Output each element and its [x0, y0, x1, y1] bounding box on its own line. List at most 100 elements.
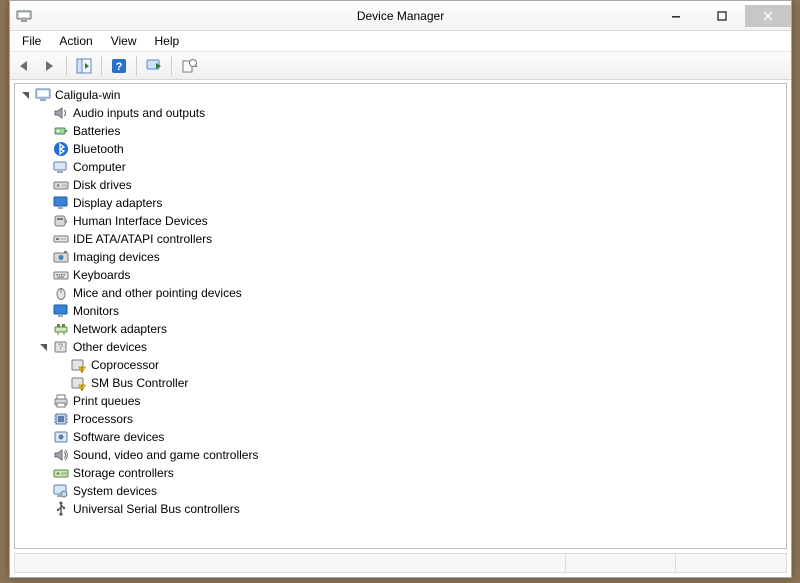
tree-item[interactable]: IDE ATA/ATAPI controllers [37, 230, 786, 248]
device-tree-pane[interactable]: Caligula-win Audio inputs and outputsBatt… [14, 83, 787, 549]
close-button[interactable] [745, 5, 791, 27]
expander-placeholder [37, 305, 49, 317]
tree-item[interactable]: Print queues [37, 392, 786, 410]
expander-placeholder [37, 431, 49, 443]
tree-item-label: Disk drives [73, 178, 132, 192]
menu-help[interactable]: Help [146, 31, 189, 51]
expander-placeholder [37, 125, 49, 137]
tree-item[interactable]: Human Interface Devices [37, 212, 786, 230]
tree-item-label: Human Interface Devices [73, 214, 208, 228]
scan-hardware-button[interactable] [143, 55, 165, 77]
tree-item-label: Sound, video and game controllers [73, 448, 258, 462]
warning-device-icon: ! [71, 357, 87, 373]
tree-item[interactable]: ! Coprocessor [55, 356, 786, 374]
computer-icon [53, 159, 69, 175]
tree-item[interactable]: Disk drives [37, 176, 786, 194]
tree-item-label: Keyboards [73, 268, 130, 282]
expander-placeholder [37, 179, 49, 191]
tree-item-label: Display adapters [73, 196, 162, 210]
expander-placeholder [55, 359, 67, 371]
properties-button[interactable] [178, 55, 200, 77]
tree-item[interactable]: Imaging devices [37, 248, 786, 266]
expander-placeholder [37, 197, 49, 209]
tree-item[interactable]: Audio inputs and outputs [37, 104, 786, 122]
expander-placeholder [37, 107, 49, 119]
tree-item[interactable]: Software devices [37, 428, 786, 446]
tree-item[interactable]: Batteries [37, 122, 786, 140]
menu-view[interactable]: View [102, 31, 146, 51]
network-icon [53, 321, 69, 337]
tree-item[interactable]: Network adapters [37, 320, 786, 338]
tree-item-label: Universal Serial Bus controllers [73, 502, 240, 516]
tree-item[interactable]: Display adapters [37, 194, 786, 212]
status-cell [566, 554, 676, 572]
status-cell [676, 554, 786, 572]
tree-item-label: Bluetooth [73, 142, 124, 156]
statusbar [14, 553, 787, 573]
display-icon [53, 195, 69, 211]
mouse-icon [53, 285, 69, 301]
expander-placeholder [37, 215, 49, 227]
expander-placeholder [37, 449, 49, 461]
expander-placeholder [37, 269, 49, 281]
warning-device-icon: ! [71, 375, 87, 391]
tree-item[interactable]: Computer [37, 158, 786, 176]
tree-item-label: Coprocessor [91, 358, 159, 372]
tree-item-label: Storage controllers [73, 466, 174, 480]
toolbar-separator [171, 56, 172, 76]
toolbar-separator [66, 56, 67, 76]
tree-item[interactable]: Mice and other pointing devices [37, 284, 786, 302]
tree-item-label: IDE ATA/ATAPI controllers [73, 232, 212, 246]
expander-placeholder [37, 143, 49, 155]
svg-text:!: ! [81, 367, 83, 373]
show-hide-tree-button[interactable] [73, 55, 95, 77]
tree-item-label: Computer [73, 160, 126, 174]
expander-placeholder [37, 251, 49, 263]
audio-icon [53, 105, 69, 121]
svg-text:?: ? [116, 61, 123, 73]
forward-button[interactable] [38, 55, 60, 77]
toolbar-separator [101, 56, 102, 76]
toolbar-separator [136, 56, 137, 76]
collapse-icon[interactable] [19, 89, 31, 101]
tree-item[interactable]: Monitors [37, 302, 786, 320]
tree-item[interactable]: Universal Serial Bus controllers [37, 500, 786, 518]
bluetooth-icon [53, 141, 69, 157]
keyboard-icon [53, 267, 69, 283]
system-icon [53, 483, 69, 499]
sound-icon [53, 447, 69, 463]
tree-item[interactable]: System devices [37, 482, 786, 500]
tree-item-label: Imaging devices [73, 250, 160, 264]
expander-placeholder [37, 395, 49, 407]
other-icon: ? [53, 339, 69, 355]
device-manager-window: Device Manager File Action View Help [9, 0, 792, 578]
menu-action[interactable]: Action [50, 31, 101, 51]
maximize-button[interactable] [699, 5, 745, 27]
tree-item[interactable]: Storage controllers [37, 464, 786, 482]
minimize-button[interactable] [653, 5, 699, 27]
tree-item[interactable]: Processors [37, 410, 786, 428]
toolbar: ? [10, 52, 791, 80]
ide-icon [53, 231, 69, 247]
menu-file[interactable]: File [13, 31, 50, 51]
help-button[interactable]: ? [108, 55, 130, 77]
back-button[interactable] [14, 55, 36, 77]
battery-icon [53, 123, 69, 139]
hid-icon [53, 213, 69, 229]
expander-placeholder [55, 377, 67, 389]
monitor-icon [53, 303, 69, 319]
tree-item[interactable]: ?Other devices [37, 338, 786, 356]
computer-root-icon [35, 87, 51, 103]
collapse-icon[interactable] [37, 341, 49, 353]
printer-icon [53, 393, 69, 409]
tree-item[interactable]: Caligula-win [19, 86, 786, 104]
tree-item[interactable]: Sound, video and game controllers [37, 446, 786, 464]
tree-item[interactable]: Keyboards [37, 266, 786, 284]
tree-item-label: Print queues [73, 394, 140, 408]
window-controls [653, 5, 791, 27]
tree-item[interactable]: Bluetooth [37, 140, 786, 158]
tree-item[interactable]: ! SM Bus Controller [55, 374, 786, 392]
titlebar[interactable]: Device Manager [10, 1, 791, 31]
tree-item-label: SM Bus Controller [91, 376, 188, 390]
tree-item-label: Caligula-win [55, 88, 120, 102]
